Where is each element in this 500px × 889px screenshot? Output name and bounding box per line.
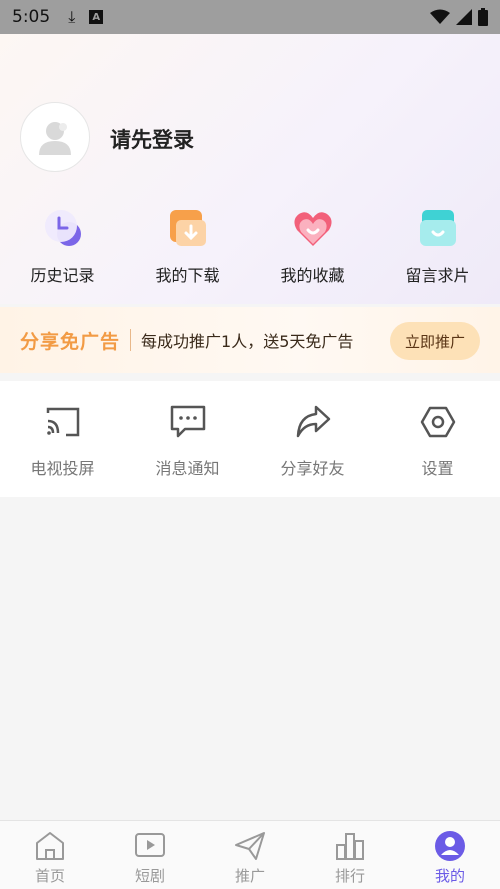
tool-item-cast[interactable]: 电视投屏 <box>0 381 125 497</box>
nav-item-label: 推广 <box>234 867 265 885</box>
nav-item-promote[interactable]: 推广 <box>200 821 300 889</box>
tools-section: 电视投屏 消息通知 分享好友 设置 <box>0 381 500 497</box>
promote-now-button[interactable]: 立即推广 <box>390 322 480 360</box>
quick-item-download[interactable]: 我的下载 <box>125 206 250 292</box>
notification-a-icon: A <box>89 10 104 24</box>
nav-item-home[interactable]: 首页 <box>0 821 100 889</box>
quick-item-request[interactable]: 留言求片 <box>375 206 500 292</box>
tool-item-notifications[interactable]: 消息通知 <box>125 381 250 497</box>
nav-item-shorts[interactable]: 短剧 <box>100 821 200 889</box>
nav-item-label: 排行 <box>334 867 365 885</box>
quick-item-favorite[interactable]: 我的收藏 <box>250 206 375 292</box>
status-right-icons <box>430 8 488 26</box>
download-status-icon: ⤓ <box>68 7 76 26</box>
nav-item-label: 短剧 <box>134 867 165 885</box>
nav-item-mine[interactable]: 我的 <box>400 821 500 889</box>
cast-icon <box>46 407 79 437</box>
promo-title: 分享免广告 <box>20 330 121 353</box>
tool-item-share[interactable]: 分享好友 <box>250 381 375 497</box>
quick-item-label: 历史记录 <box>30 266 95 285</box>
tool-item-settings[interactable]: 设置 <box>375 381 500 497</box>
message-request-icon <box>419 210 456 246</box>
favorite-icon <box>293 212 332 246</box>
status-time: 5:05 <box>12 7 51 27</box>
avatar[interactable] <box>20 102 90 172</box>
quick-actions: 历史记录 我的下载 我的收藏 留言求片 <box>0 206 500 292</box>
battery-icon <box>478 8 488 26</box>
ranking-icon <box>336 833 364 860</box>
quick-item-history[interactable]: 历史记录 <box>0 206 125 292</box>
video-icon <box>135 833 165 857</box>
nav-item-ranking[interactable]: 排行 <box>300 821 400 889</box>
send-icon <box>235 832 265 860</box>
quick-item-label: 我的下载 <box>155 266 220 285</box>
tool-item-label: 电视投屏 <box>30 459 95 478</box>
login-prompt[interactable]: 请先登录 <box>110 124 194 154</box>
home-icon <box>36 832 64 860</box>
status-bar: 5:05 ⤓ A <box>0 0 500 34</box>
user-placeholder-icon <box>39 122 71 155</box>
promo-description: 每成功推广1人，送5天免广告 <box>141 332 354 351</box>
wifi-icon <box>430 9 450 24</box>
nav-item-label: 我的 <box>434 867 465 885</box>
quick-item-label: 留言求片 <box>405 266 470 285</box>
promo-divider <box>130 329 132 351</box>
tool-item-label: 设置 <box>421 459 454 478</box>
quick-item-label: 我的收藏 <box>280 266 345 285</box>
download-icon <box>169 210 206 246</box>
promo-banner[interactable]: 分享免广告 每成功推广1人，送5天免广告 立即推广 <box>0 307 500 373</box>
tool-item-label: 消息通知 <box>155 459 220 478</box>
signal-icon <box>456 9 472 25</box>
share-icon <box>296 405 330 438</box>
bottom-navigation: 首页 短剧 推广 排行 我的 <box>0 820 500 889</box>
nav-item-label: 首页 <box>34 867 65 885</box>
settings-icon <box>420 406 455 438</box>
history-icon <box>44 210 81 246</box>
profile-icon <box>435 831 465 861</box>
tool-item-label: 分享好友 <box>280 459 345 478</box>
chat-icon <box>170 405 205 438</box>
